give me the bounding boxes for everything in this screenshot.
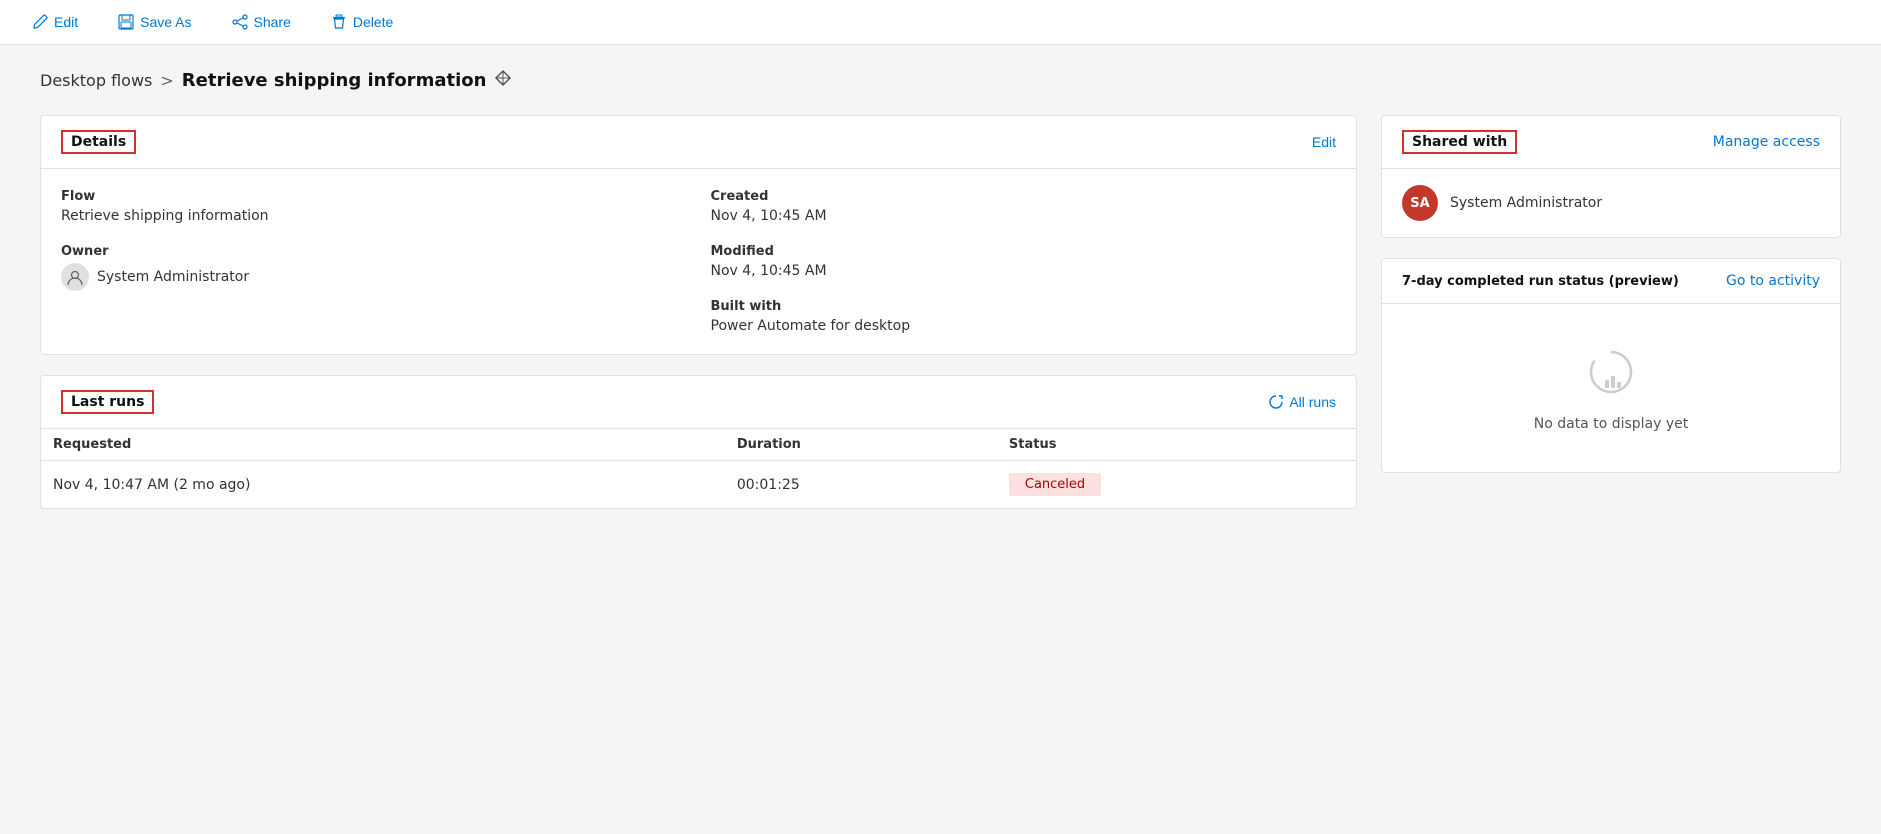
main-content: Desktop flows > Retrieve shipping inform…: [0, 45, 1881, 533]
details-edit-button[interactable]: Edit: [1312, 134, 1336, 150]
cell-duration: 00:01:25: [725, 461, 997, 509]
breadcrumb-separator: >: [160, 71, 173, 90]
owner-value: System Administrator: [97, 269, 249, 285]
created-label: Created: [711, 189, 1337, 204]
save-as-icon: [118, 14, 134, 30]
status-badge: Canceled: [1009, 473, 1101, 496]
built-with-label: Built with: [711, 299, 1337, 314]
activity-header: 7-day completed run status (preview) Go …: [1382, 259, 1840, 304]
col-duration: Duration: [725, 429, 997, 461]
created-detail: Created Nov 4, 10:45 AM: [711, 189, 1337, 224]
right-panel: Shared with Manage access SA System Admi…: [1381, 115, 1841, 473]
cell-requested: Nov 4, 10:47 AM (2 mo ago): [41, 461, 725, 509]
details-card-body: Flow Retrieve shipping information Owner: [41, 169, 1356, 354]
last-runs-title: Last runs: [61, 390, 154, 414]
all-runs-button[interactable]: All runs: [1269, 394, 1336, 410]
last-runs-card: Last runs All runs Requested: [40, 375, 1357, 509]
details-right-col: Created Nov 4, 10:45 AM Modified Nov 4, …: [711, 189, 1337, 334]
refresh-icon: [1269, 395, 1283, 409]
save-as-button[interactable]: Save As: [110, 10, 199, 34]
details-card: Details Edit Flow Retrieve shipping info…: [40, 115, 1357, 355]
share-icon: [232, 14, 248, 30]
modified-value: Nov 4, 10:45 AM: [711, 263, 1337, 279]
content-layout: Details Edit Flow Retrieve shipping info…: [40, 115, 1841, 509]
last-runs-body: Requested Duration Status Nov 4, 10:47 A…: [41, 429, 1356, 508]
flow-value: Retrieve shipping information: [61, 208, 687, 224]
details-grid: Flow Retrieve shipping information Owner: [61, 189, 1336, 334]
col-status: Status: [997, 429, 1356, 461]
no-data-text: No data to display yet: [1534, 416, 1689, 432]
breadcrumb: Desktop flows > Retrieve shipping inform…: [40, 69, 1841, 91]
share-button[interactable]: Share: [224, 10, 299, 34]
edit-button[interactable]: Edit: [24, 10, 86, 34]
left-panel: Details Edit Flow Retrieve shipping info…: [40, 115, 1357, 509]
modified-detail: Modified Nov 4, 10:45 AM: [711, 244, 1337, 279]
built-with-value: Power Automate for desktop: [711, 318, 1337, 334]
owner-avatar: [61, 263, 89, 291]
shared-with-body: SA System Administrator: [1382, 169, 1840, 237]
runs-table: Requested Duration Status Nov 4, 10:47 A…: [41, 429, 1356, 508]
runs-table-header-row: Requested Duration Status: [41, 429, 1356, 461]
table-row: Nov 4, 10:47 AM (2 mo ago) 00:01:25 Canc…: [41, 461, 1356, 509]
details-title: Details: [61, 130, 136, 154]
go-to-activity-button[interactable]: Go to activity: [1726, 273, 1820, 289]
details-card-header: Details Edit: [41, 116, 1356, 169]
built-with-detail: Built with Power Automate for desktop: [711, 299, 1337, 334]
modified-label: Modified: [711, 244, 1337, 259]
diamond-icon: [494, 69, 512, 91]
owner-label: Owner: [61, 244, 687, 259]
flow-label: Flow: [61, 189, 687, 204]
no-data-icon: [1583, 344, 1639, 404]
delete-button[interactable]: Delete: [323, 10, 401, 34]
manage-access-button[interactable]: Manage access: [1713, 134, 1820, 150]
shared-with-header: Shared with Manage access: [1382, 116, 1840, 169]
shared-user-row: SA System Administrator: [1402, 185, 1820, 221]
owner-row: System Administrator: [61, 263, 687, 291]
created-value: Nov 4, 10:45 AM: [711, 208, 1337, 224]
owner-detail: Owner System Administrator: [61, 244, 687, 291]
delete-icon: [331, 14, 347, 30]
col-requested: Requested: [41, 429, 725, 461]
breadcrumb-parent[interactable]: Desktop flows: [40, 71, 152, 90]
user-name: System Administrator: [1450, 195, 1602, 211]
activity-card: 7-day completed run status (preview) Go …: [1381, 258, 1841, 473]
user-avatar: SA: [1402, 185, 1438, 221]
cell-status: Canceled: [997, 461, 1356, 509]
breadcrumb-current: Retrieve shipping information: [182, 70, 487, 91]
edit-icon: [32, 14, 48, 30]
last-runs-card-header: Last runs All runs: [41, 376, 1356, 429]
details-left-col: Flow Retrieve shipping information Owner: [61, 189, 687, 334]
activity-body: No data to display yet: [1382, 304, 1840, 472]
toolbar: Edit Save As Share Delete: [0, 0, 1881, 45]
activity-title: 7-day completed run status (preview): [1402, 274, 1679, 289]
shared-with-title: Shared with: [1402, 130, 1517, 154]
flow-detail: Flow Retrieve shipping information: [61, 189, 687, 224]
shared-with-card: Shared with Manage access SA System Admi…: [1381, 115, 1841, 238]
